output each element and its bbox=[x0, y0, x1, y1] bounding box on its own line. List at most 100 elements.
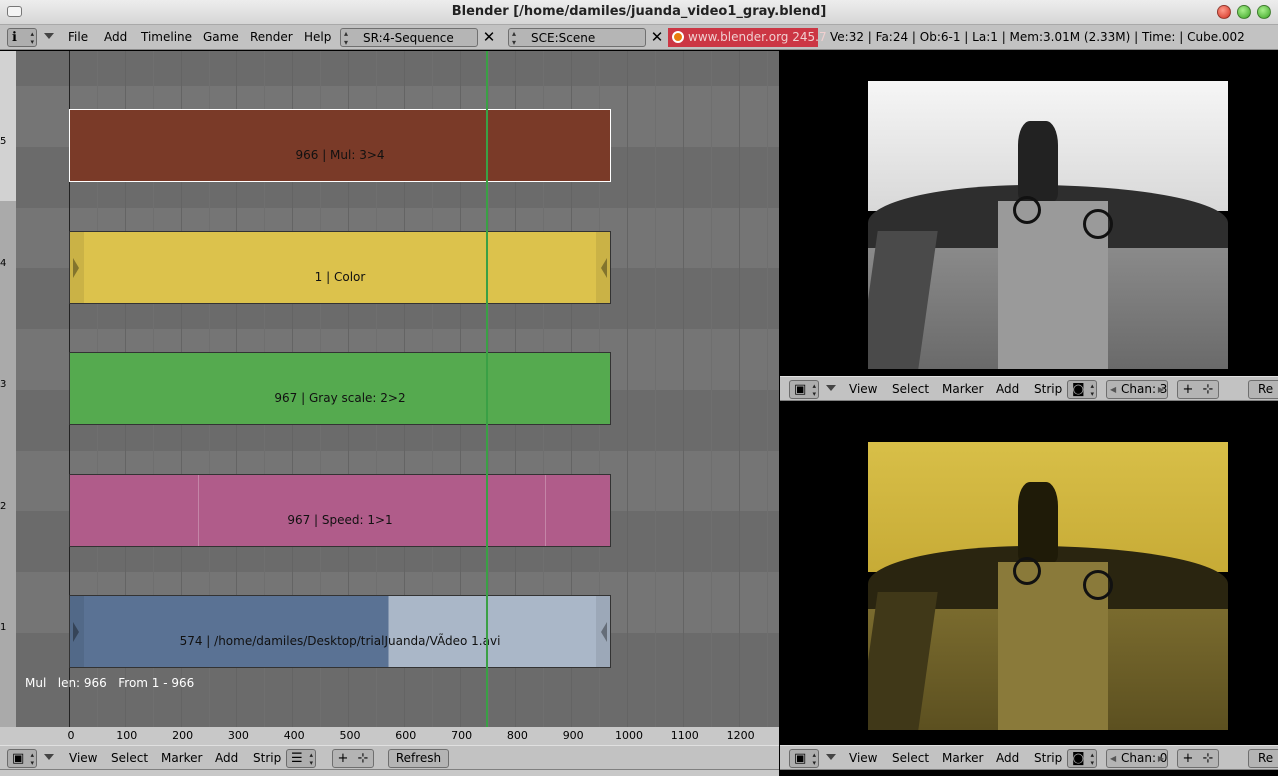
menu-marker[interactable]: Marker bbox=[161, 751, 202, 765]
delete-screen-icon[interactable]: ✕ bbox=[480, 28, 498, 47]
menu-marker[interactable]: Marker bbox=[942, 382, 983, 396]
delete-scene-icon[interactable]: ✕ bbox=[648, 28, 666, 47]
scene-selector-label: SCE:Scene bbox=[531, 31, 596, 45]
updown-arrows-icon: ▴ ▾ bbox=[512, 29, 517, 47]
strip-label: 967 | Gray scale: 2>2 bbox=[274, 391, 406, 405]
channel-field[interactable]: ◀ Chan: 0 ▶ bbox=[1106, 749, 1168, 768]
updown-arrows-icon: ▴ ▾ bbox=[812, 751, 816, 767]
window-titlebar[interactable]: Blender [/home/damiles/juanda_video1_gra… bbox=[0, 0, 1278, 25]
zoom-border-icon[interactable]: ⊹ bbox=[1198, 381, 1218, 398]
zoom-buttons: + ⊹ bbox=[332, 749, 374, 768]
menu-strip[interactable]: Strip bbox=[253, 751, 281, 765]
menu-timeline[interactable]: Timeline bbox=[141, 30, 192, 44]
scene-selector[interactable]: ▴ ▾ SCE:Scene bbox=[508, 28, 646, 47]
collapse-menu-triangle-icon[interactable] bbox=[44, 754, 54, 760]
menu-add[interactable]: Add bbox=[104, 30, 127, 44]
menu-view[interactable]: View bbox=[849, 382, 877, 396]
screen-selector[interactable]: ▴ ▾ SR:4-Sequence bbox=[340, 28, 478, 47]
preview-panel-top[interactable] bbox=[780, 51, 1278, 376]
frame-scale: 0 100 200 300 400 500 600 700 800 900 1000 1100 1200 bbox=[16, 727, 779, 745]
increment-arrow-icon[interactable]: ▶ bbox=[1158, 750, 1164, 767]
menu-select[interactable]: Select bbox=[111, 751, 148, 765]
sequence-strip[interactable]: 966 | Mul: 3>4 bbox=[69, 109, 611, 182]
menu-select[interactable]: Select bbox=[892, 751, 929, 765]
channel-number: 5 bbox=[0, 136, 7, 147]
zoom-border-icon[interactable]: ⊹ bbox=[1198, 750, 1218, 767]
menu-marker[interactable]: Marker bbox=[942, 751, 983, 765]
frame-tick-label: 1100 bbox=[670, 729, 699, 742]
menu-view[interactable]: View bbox=[849, 751, 877, 765]
sequence-strip[interactable]: 574 | /home/damiles/Desktop/trialJuanda/… bbox=[69, 595, 611, 668]
updown-arrows-icon: ▴ ▾ bbox=[30, 751, 34, 767]
zoom-in-icon[interactable]: + bbox=[1178, 381, 1198, 398]
menu-strip[interactable]: Strip bbox=[1034, 382, 1062, 396]
menu-select[interactable]: Select bbox=[892, 382, 929, 396]
updown-arrows-icon: ▴ ▾ bbox=[309, 751, 313, 767]
info-window-type-selector[interactable]: ℹ ▴ ▾ bbox=[7, 28, 37, 47]
preview-top-header: ▣ ▴ ▾ View Select Marker Add Strip ◙ ▴ ▾ ◀… bbox=[780, 376, 1278, 401]
channel-ruler: 5 4 3 2 1 bbox=[0, 51, 16, 727]
frame-tick-label: 800 bbox=[506, 729, 528, 742]
zoom-border-icon[interactable]: ⊹ bbox=[353, 750, 373, 767]
menu-help[interactable]: Help bbox=[304, 30, 331, 44]
sequence-editor[interactable]: 5 4 3 2 1 966 | Mul: 3>4 1 | Color 967 | Gray … bbox=[0, 51, 779, 776]
sequencer-film-icon: ▣ bbox=[12, 751, 25, 766]
refresh-button[interactable]: Re bbox=[1248, 380, 1278, 399]
sequence-strip[interactable]: 1 | Color bbox=[69, 230, 611, 304]
collapse-menu-triangle-icon[interactable] bbox=[826, 754, 836, 760]
sequence-strip[interactable]: 967 | Speed: 1>1 bbox=[69, 473, 611, 547]
speed-marker bbox=[198, 474, 199, 546]
display-mode-selector[interactable]: ☰ ▴ ▾ bbox=[286, 749, 316, 768]
menu-render[interactable]: Render bbox=[250, 30, 293, 44]
updown-arrows-icon: ▴ ▾ bbox=[344, 29, 349, 47]
frame-tick-label: 200 bbox=[172, 729, 194, 742]
editor-type-selector[interactable]: ▣ ▴ ▾ bbox=[789, 749, 819, 768]
frame-gridline bbox=[766, 51, 768, 727]
current-frame-line[interactable] bbox=[486, 51, 488, 727]
info-icon: ℹ bbox=[12, 30, 17, 45]
increment-arrow-icon[interactable]: ▶ bbox=[1158, 381, 1164, 398]
screen-selector-label: SR:4-Sequence bbox=[363, 31, 454, 45]
image-preview-icon: ◙ bbox=[1072, 751, 1085, 766]
collapse-menu-triangle-icon[interactable] bbox=[44, 33, 54, 39]
strip-status-text: Mul len: 966 From 1 - 966 bbox=[25, 676, 195, 690]
blender-website-link[interactable]: www.blender.org 245.7 bbox=[668, 28, 827, 47]
minimize-window-icon[interactable] bbox=[1257, 5, 1271, 19]
updown-arrows-icon: ▴ ▾ bbox=[812, 382, 816, 398]
menu-add[interactable]: Add bbox=[996, 382, 1019, 396]
sequence-strip[interactable]: 967 | Gray scale: 2>2 bbox=[69, 352, 611, 425]
frame-tick-label: 500 bbox=[339, 729, 361, 742]
menu-game[interactable]: Game bbox=[203, 30, 239, 44]
menu-view[interactable]: View bbox=[69, 751, 97, 765]
preview-panel-bottom[interactable] bbox=[780, 402, 1278, 745]
frame-tick-label: 1200 bbox=[726, 729, 755, 742]
frame-tick-label: 400 bbox=[283, 729, 305, 742]
menu-add[interactable]: Add bbox=[215, 751, 238, 765]
menu-add[interactable]: Add bbox=[996, 751, 1019, 765]
editor-type-selector[interactable]: ▣ ▴ ▾ bbox=[7, 749, 37, 768]
decrement-arrow-icon[interactable]: ◀ bbox=[1110, 381, 1116, 398]
preview-mode-selector[interactable]: ◙ ▴ ▾ bbox=[1067, 749, 1097, 768]
refresh-button[interactable]: Refresh bbox=[388, 749, 449, 768]
zoom-in-icon[interactable]: + bbox=[333, 750, 353, 767]
refresh-button[interactable]: Re bbox=[1248, 749, 1278, 768]
main-menubar: ℹ ▴ ▾ File Add Timeline Game Render Help … bbox=[0, 25, 1278, 50]
strip-label: 967 | Speed: 1>1 bbox=[287, 512, 393, 527]
scene-statistics: Ve:32 | Fa:24 | Ob:6-1 | La:1 | Mem:3.01… bbox=[830, 30, 1245, 44]
zoom-in-icon[interactable]: + bbox=[1178, 750, 1198, 767]
close-window-icon[interactable] bbox=[1217, 5, 1231, 19]
preview-mode-selector[interactable]: ◙ ▴ ▾ bbox=[1067, 380, 1097, 399]
menu-strip[interactable]: Strip bbox=[1034, 751, 1062, 765]
frame-tick-label: 700 bbox=[451, 729, 473, 742]
menu-file[interactable]: File bbox=[68, 30, 88, 44]
maximize-window-icon[interactable] bbox=[1237, 5, 1251, 19]
decrement-arrow-icon[interactable]: ◀ bbox=[1110, 750, 1116, 767]
preview-image-gray bbox=[868, 81, 1228, 369]
collapse-menu-triangle-icon[interactable] bbox=[826, 385, 836, 391]
sequence-strip-area[interactable]: 966 | Mul: 3>4 1 | Color 967 | Gray scale:… bbox=[16, 51, 779, 727]
website-label: www.blender.org 245.7 bbox=[688, 30, 827, 44]
channel-field[interactable]: ◀ Chan: 3 ▶ bbox=[1106, 380, 1168, 399]
editor-type-selector[interactable]: ▣ ▴ ▾ bbox=[789, 380, 819, 399]
frame-gridline bbox=[738, 51, 740, 727]
frame-tick-label: 300 bbox=[227, 729, 249, 742]
